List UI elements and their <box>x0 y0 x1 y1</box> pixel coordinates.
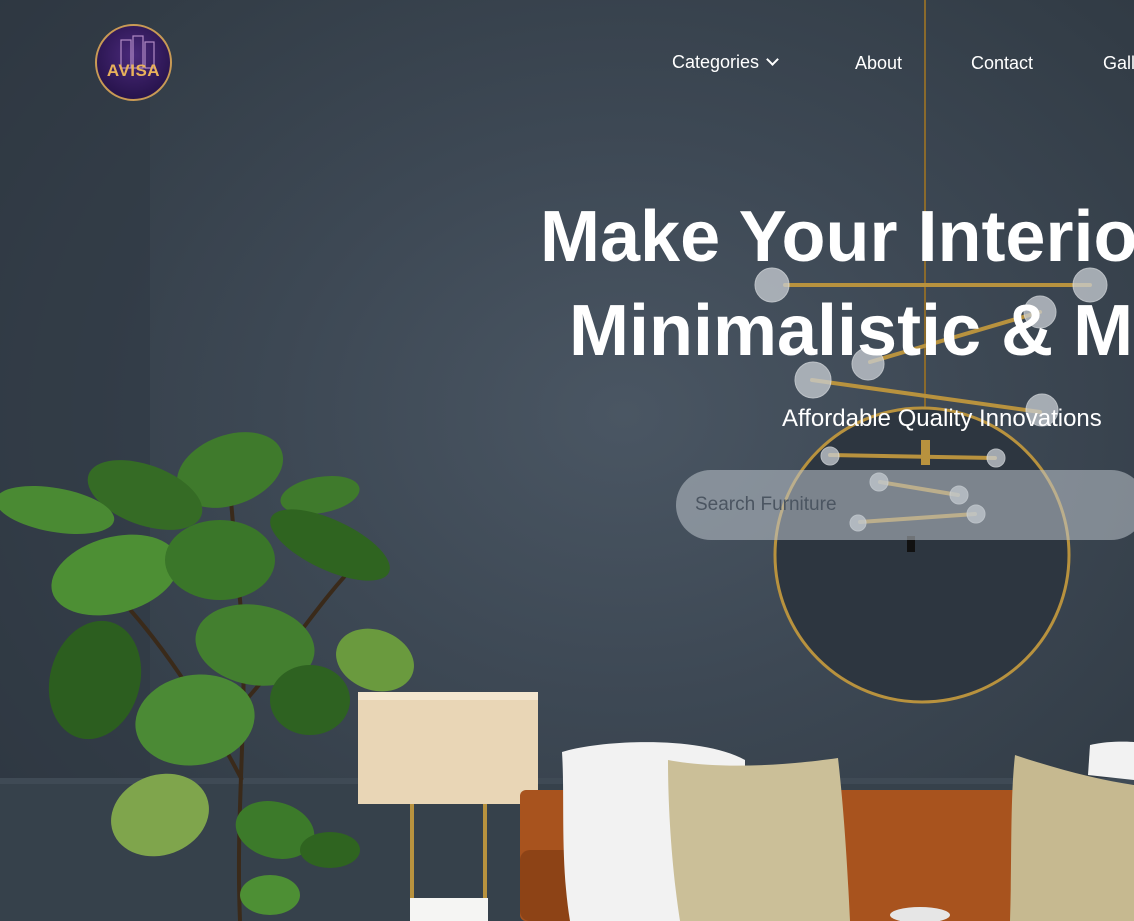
headline-line-1: Make Your Interio <box>540 197 1134 277</box>
hero-section: AVISA Categories About Contact Gall Make… <box>0 0 1134 921</box>
brand-logo[interactable]: AVISA <box>95 24 172 101</box>
nav-contact[interactable]: Contact <box>971 50 1033 76</box>
nav-categories-label: Categories <box>672 52 760 72</box>
hero-tagline: Affordable Quality Innovations <box>782 405 1102 432</box>
search-bar <box>676 470 1134 540</box>
chevron-down-icon <box>766 53 779 66</box>
logo-text: AVISA <box>106 61 161 80</box>
search-input[interactable] <box>695 470 1115 540</box>
headline-line-2: Minimalistic & M <box>569 291 1134 371</box>
nav-categories[interactable]: Categories <box>672 49 779 75</box>
hero-background-image <box>0 0 1134 921</box>
nav-about[interactable]: About <box>855 50 902 76</box>
nav-gallery[interactable]: Gall <box>1103 50 1134 76</box>
